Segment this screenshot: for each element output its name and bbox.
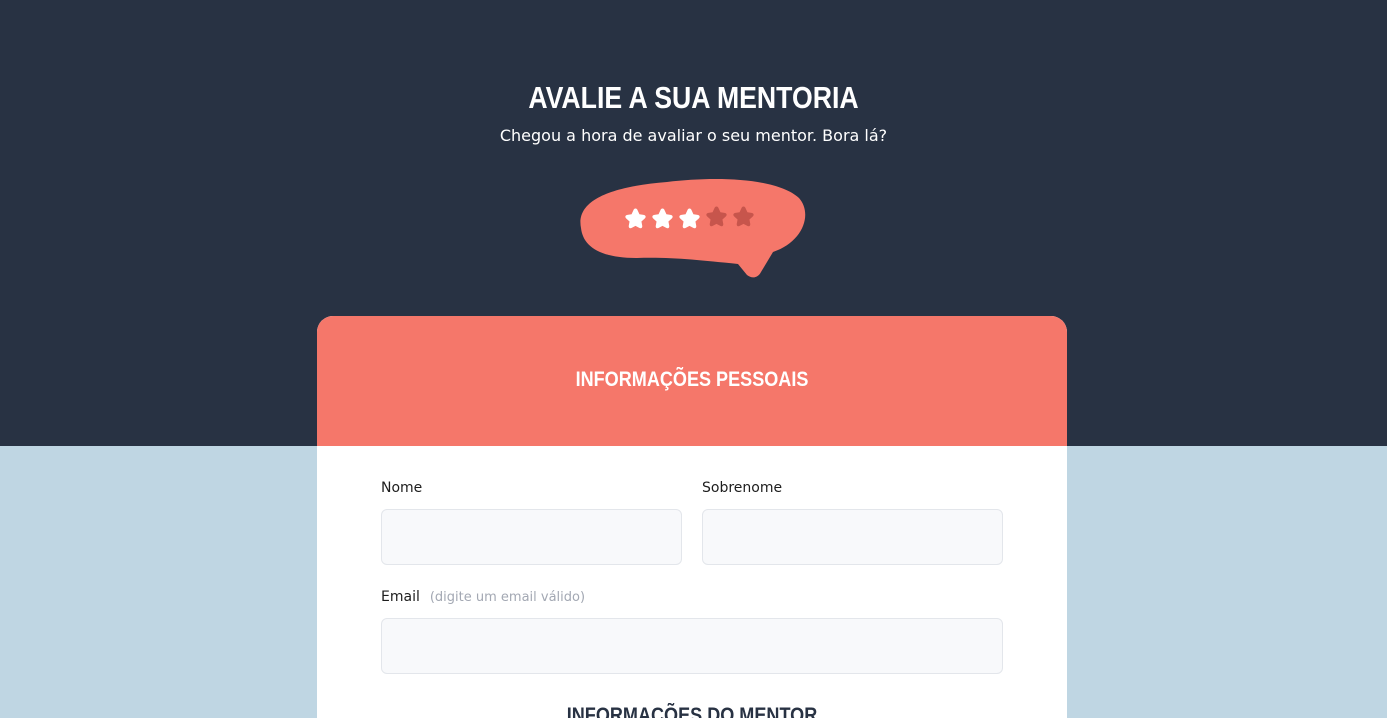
first-name-input[interactable] (381, 509, 682, 565)
email-input[interactable] (381, 618, 1003, 674)
personal-info-title: INFORMAÇÕES PESSOAIS (575, 368, 809, 391)
rating-bubble (577, 176, 807, 282)
last-name-label: Sobrenome (702, 480, 783, 496)
star-icon[interactable] (678, 207, 701, 230)
page-title: AVALIE A SUA MENTORIA (528, 80, 859, 115)
star-icon[interactable] (732, 205, 755, 228)
page-subtitle: Chegou a hora de avaliar o seu mentor. B… (499, 126, 888, 145)
mentor-info-title: INFORMAÇÕES DO MENTOR (566, 704, 818, 718)
first-name-label: Nome (381, 480, 423, 496)
last-name-input[interactable] (702, 509, 1003, 565)
star-rating[interactable] (624, 205, 755, 230)
card-header: INFORMAÇÕES PESSOAIS (317, 316, 1067, 446)
email-label-group: Email (digite um email válido) (381, 589, 585, 605)
star-icon[interactable] (651, 207, 674, 230)
star-icon[interactable] (705, 205, 728, 228)
email-label: Email (381, 589, 420, 605)
star-icon[interactable] (624, 207, 647, 230)
email-hint: (digite um email válido) (429, 590, 586, 605)
evaluation-form-card: INFORMAÇÕES PESSOAIS Nome Sobrenome Emai… (317, 316, 1067, 718)
